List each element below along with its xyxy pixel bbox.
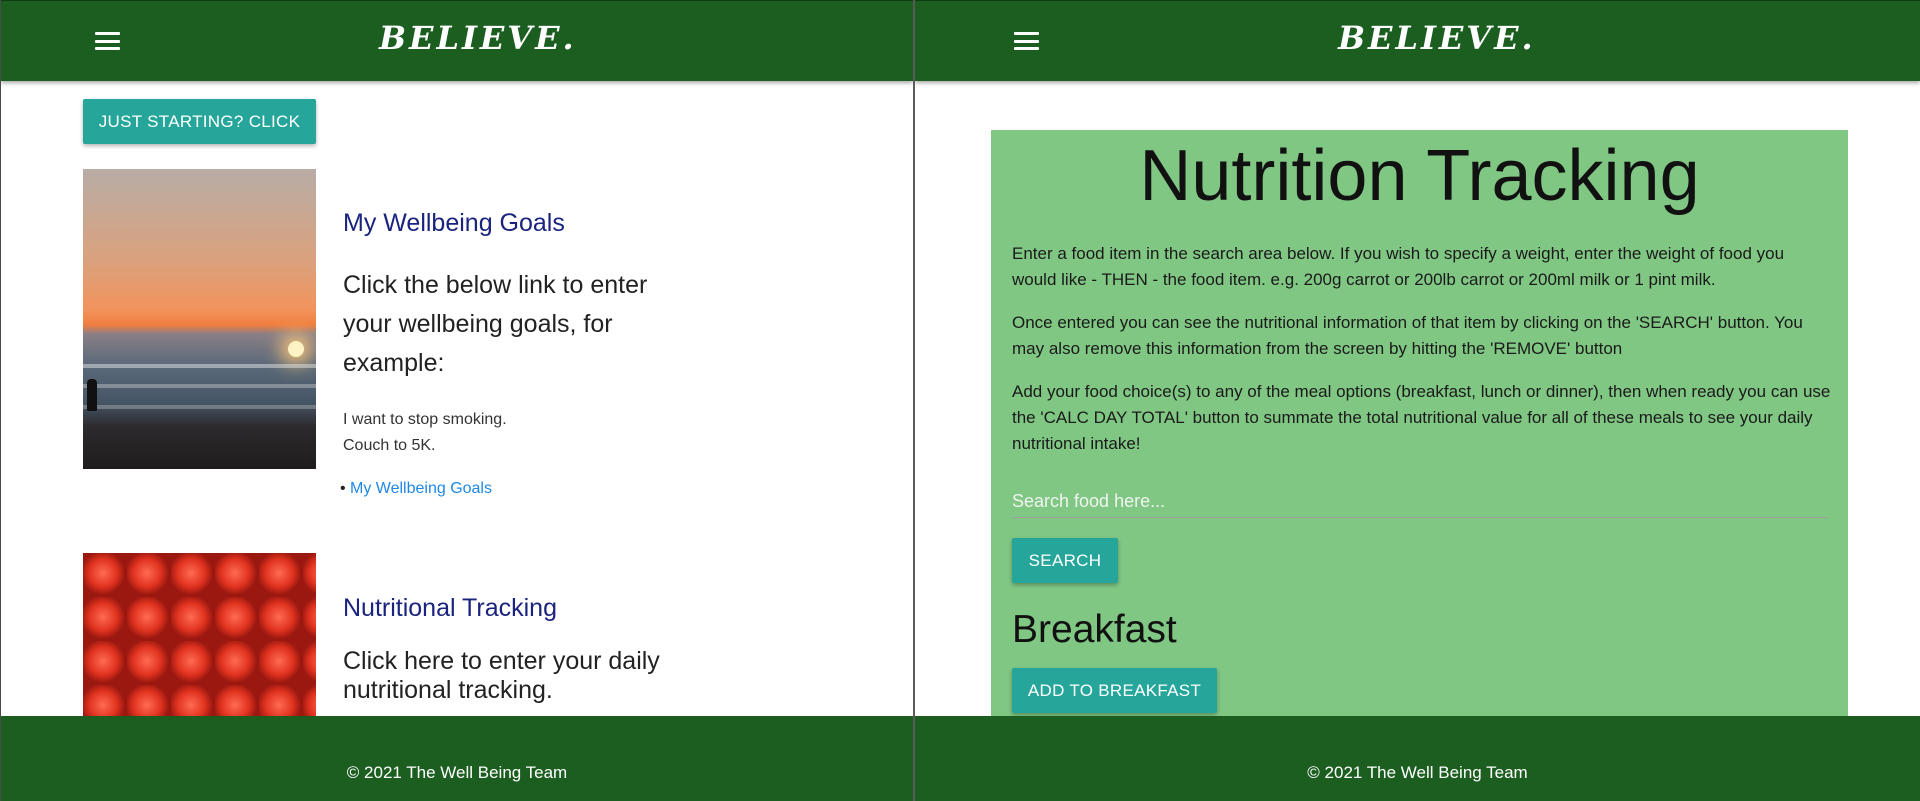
instruction-paragraph: Once entered you can see the nutritional… bbox=[1012, 313, 1803, 358]
add-to-breakfast-button[interactable]: ADD TO BREAKFAST bbox=[1012, 668, 1217, 713]
instruction-paragraph: Enter a food item in the search area bel… bbox=[1012, 244, 1785, 289]
nutrition-panel: Nutrition Tracking Enter a food item in … bbox=[991, 130, 1848, 801]
footer-copyright: © 2021 The Well Being Team bbox=[346, 763, 568, 782]
brand-logo[interactable]: BELIEVE. bbox=[1338, 19, 1536, 57]
wave-line bbox=[83, 405, 316, 409]
wave-line bbox=[83, 384, 316, 388]
breakfast-heading: Breakfast bbox=[1012, 608, 1177, 651]
search-field-wrapper bbox=[1012, 486, 1827, 518]
search-button[interactable]: SEARCH bbox=[1012, 538, 1118, 583]
brand-logo[interactable]: BELIEVE. bbox=[379, 19, 577, 57]
example-goal: Couch to 5K. bbox=[343, 437, 436, 454]
wave-line bbox=[83, 364, 316, 368]
navbar: BELIEVE. bbox=[1, 0, 913, 81]
wellbeing-goals-link[interactable]: My Wellbeing Goals bbox=[340, 480, 492, 498]
footer-copyright: © 2021 The Well Being Team bbox=[1307, 763, 1528, 782]
instruction-paragraph: Add your food choice(s) to any of the me… bbox=[1012, 382, 1831, 453]
search-input[interactable] bbox=[1012, 486, 1827, 517]
hamburger-menu-icon[interactable] bbox=[1014, 32, 1039, 50]
navbar: BELIEVE. bbox=[915, 0, 1920, 81]
example-goal: I want to stop smoking. bbox=[343, 411, 507, 428]
right-pane: BELIEVE. Nutrition Tracking Enter a food… bbox=[913, 0, 1920, 801]
card-title-nutritional-tracking: Nutritional Tracking bbox=[343, 594, 557, 622]
card-title-wellbeing-goals: My Wellbeing Goals bbox=[343, 209, 565, 237]
hamburger-menu-icon[interactable] bbox=[95, 32, 120, 50]
person-silhouette bbox=[87, 379, 97, 411]
footer: © 2021 The Well Being Team bbox=[1, 716, 913, 801]
tomatoes-image bbox=[83, 553, 316, 716]
card-body-nutritional-tracking: Click here to enter your daily nutrition… bbox=[343, 647, 660, 704]
sunset-beach-image bbox=[83, 169, 316, 469]
just-starting-button[interactable]: JUST STARTING? CLICK bbox=[83, 99, 316, 144]
left-pane: BELIEVE. JUST STARTING? CLICK My Wellbei… bbox=[0, 0, 913, 801]
card-body-wellbeing-goals: Click the below link to enter your wellb… bbox=[343, 271, 648, 377]
sun-graphic bbox=[288, 341, 304, 357]
footer: © 2021 The Well Being Team bbox=[915, 716, 1920, 801]
page-title: Nutrition Tracking bbox=[1139, 136, 1700, 216]
